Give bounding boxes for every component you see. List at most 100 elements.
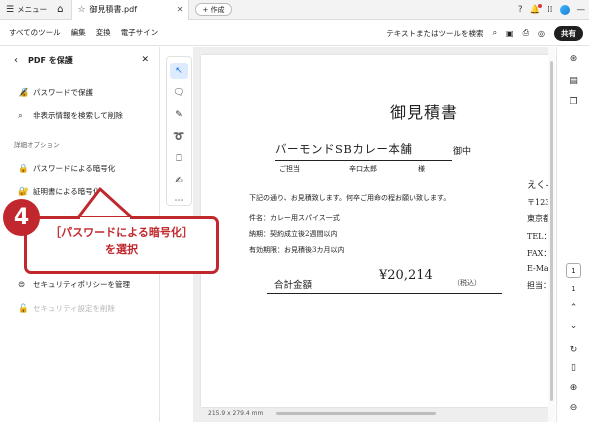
panel-item-password-protect[interactable]: 🔏 パスワードで保護 bbox=[18, 87, 93, 98]
certificate-lock-icon: 🔐 bbox=[18, 186, 29, 197]
tanto-label: ご担当 bbox=[279, 165, 300, 173]
rotate-icon[interactable]: ↻ bbox=[557, 345, 589, 355]
callout-line-1: ［パスワードによる暗号化］ bbox=[50, 226, 193, 239]
menu-button[interactable]: ☰ メニュー bbox=[6, 4, 47, 15]
menu-item-all-tools[interactable]: すべてのツール bbox=[9, 27, 61, 38]
subject-text: 件名：カレー用スパイス一式 bbox=[249, 214, 340, 222]
ai-assistant-icon[interactable]: ⊛ bbox=[557, 54, 589, 64]
tanto-name: 辛口太郎 bbox=[349, 165, 377, 173]
minimize-icon[interactable]: — bbox=[577, 5, 586, 15]
document-tab-title: 御見積書.pdf bbox=[89, 5, 138, 14]
total-label: 合計金額 bbox=[274, 280, 313, 291]
new-create-button[interactable]: + 作成 bbox=[195, 3, 232, 16]
total-pages: 1 bbox=[571, 285, 576, 293]
current-page-input[interactable]: 1 bbox=[566, 263, 581, 278]
panel-item-label: 非表示情報を検索して削除 bbox=[33, 111, 123, 120]
panel-item-label: セキュリティ設定を削除 bbox=[33, 304, 116, 313]
search-tools-label[interactable]: テキストまたはツールを検索 bbox=[386, 28, 483, 39]
vertical-scroll-thumb[interactable] bbox=[550, 61, 553, 401]
horizontal-scroll-thumb[interactable] bbox=[276, 412, 436, 415]
star-icon[interactable]: ☆ bbox=[77, 5, 85, 15]
avatar[interactable] bbox=[559, 5, 570, 15]
panel-item-label: 証明書による暗号化 bbox=[33, 187, 101, 196]
onchu-text: 御中 bbox=[453, 147, 472, 157]
lock-pen-icon: 🔏 bbox=[18, 87, 29, 98]
menu-item-convert[interactable]: 変換 bbox=[96, 27, 111, 38]
close-panel-icon[interactable]: ✕ bbox=[141, 55, 149, 65]
save-icon[interactable]: ▣ bbox=[506, 29, 514, 38]
tax-note: （税込） bbox=[453, 279, 481, 287]
menu-bar: すべてのツール 編集 変換 電子サイン テキストまたはツールを検索 ⌕ ▣ ⎙ … bbox=[0, 20, 589, 46]
bookmark-comment-icon[interactable]: ▤ bbox=[557, 76, 589, 86]
panel-item-certificate-encrypt[interactable]: 🔐 証明書による暗号化 bbox=[18, 186, 100, 197]
sender-line: E-Ma bbox=[527, 264, 548, 273]
menu-label: メニュー bbox=[17, 5, 48, 14]
comment-icon[interactable]: 🗨 bbox=[170, 85, 188, 101]
menu-item-edit[interactable]: 編集 bbox=[71, 27, 86, 38]
document-viewer[interactable]: 御見積書 バーモンドSBカレー本舗 御中 ご担当 辛口太郎 様 下記の通り、お見… bbox=[193, 47, 555, 422]
globe-icon[interactable]: ◎ bbox=[538, 29, 545, 38]
more-tools-icon[interactable]: ⋯ bbox=[170, 193, 188, 209]
share-button[interactable]: 共有 bbox=[554, 25, 583, 41]
document-title: 御見積書 bbox=[390, 103, 459, 122]
chevron-down-icon[interactable]: ⌄ bbox=[557, 321, 589, 331]
unlock-icon: 🔓 bbox=[18, 303, 29, 314]
panel-header: ‹ PDF を保護 ✕ bbox=[0, 47, 159, 73]
tool-strip: ↖ 🗨 ✎ ➰ ⎕ ✍ ⋯ bbox=[166, 56, 192, 206]
chevron-up-icon[interactable]: ⌃ bbox=[557, 303, 589, 313]
policy-icon: ⊜ bbox=[18, 279, 26, 290]
right-rail: ⊛ ▤ ❐ 1 1 ⌃ ⌄ ↻ ▯ ⊕ ⊖ bbox=[556, 47, 589, 422]
home-icon[interactable]: ⌂ bbox=[57, 4, 63, 15]
panel-item-password-encrypt[interactable]: 🔒 パスワードによる暗号化 bbox=[18, 163, 115, 174]
plus-icon: + bbox=[202, 5, 211, 14]
panel-item-label: パスワードによる暗号化 bbox=[33, 164, 116, 173]
pages-icon[interactable]: ❐ bbox=[557, 97, 589, 107]
page-view-icon[interactable]: ▯ bbox=[557, 363, 589, 373]
sender-line: 東京都 bbox=[527, 214, 548, 223]
panel-item-label: パスワードで保護 bbox=[33, 88, 93, 97]
callout-text: ［パスワードによる暗号化］ を選択 bbox=[26, 224, 217, 258]
panel-title: PDF を保護 bbox=[28, 55, 73, 65]
total-underline bbox=[267, 293, 502, 294]
help-icon[interactable]: ? bbox=[518, 5, 523, 15]
sender-line: えく- bbox=[527, 180, 548, 191]
new-create-label: 作成 bbox=[210, 5, 225, 14]
total-value: ¥20,214 bbox=[379, 268, 433, 283]
advanced-options-label: 詳細オプション bbox=[14, 141, 60, 149]
back-arrow-icon[interactable]: ‹ bbox=[14, 55, 18, 66]
tanto-sama: 様 bbox=[418, 165, 425, 173]
signature-icon[interactable]: ✍ bbox=[170, 173, 188, 189]
title-bar: ☰ メニュー ⌂ ☆ 御見積書.pdf ✕ + 作成 ? 🔔 ⁞⁞ — bbox=[0, 0, 589, 20]
delivery-text: 納期：契約成立後2週間以内 bbox=[249, 230, 338, 238]
panel-item-label: セキュリティポリシーを管理 bbox=[33, 280, 131, 289]
notification-dot bbox=[538, 4, 543, 8]
menu-item-esign[interactable]: 電子サイン bbox=[121, 27, 159, 38]
document-tab[interactable]: ☆ 御見積書.pdf ✕ bbox=[71, 0, 190, 20]
text-box-icon[interactable]: ⎕ bbox=[170, 151, 188, 167]
sender-line: TEL： bbox=[527, 232, 548, 241]
step-number-badge: 4 bbox=[3, 199, 40, 236]
client-name: バーモンドSBカレー本舗 bbox=[275, 141, 452, 161]
panel-item-manage-policy[interactable]: ⊜ セキュリティポリシーを管理 bbox=[18, 279, 130, 290]
apps-grid-icon[interactable]: ⁞⁞ bbox=[547, 5, 552, 15]
pdf-page: 御見積書 バーモンドSBカレー本舗 御中 ご担当 辛口太郎 様 下記の通り、お見… bbox=[201, 55, 548, 407]
validity-text: 有効期限：お見積後3カ月以内 bbox=[249, 246, 345, 254]
search-icon[interactable]: ⌕ bbox=[493, 28, 497, 38]
page-size-label: 215.9 x 279.4 mm bbox=[208, 410, 264, 417]
sender-line: FAX： bbox=[527, 249, 548, 258]
hamburger-icon: ☰ bbox=[6, 4, 15, 15]
bell-icon[interactable]: 🔔 bbox=[530, 4, 543, 15]
intro-text: 下記の通り、お見積致します。何卒ご用命の程お願い致します。 bbox=[249, 194, 451, 202]
print-icon[interactable]: ⎙ bbox=[523, 28, 529, 38]
pen-icon[interactable]: ✎ bbox=[170, 107, 188, 123]
sender-line: 〒123 bbox=[527, 198, 548, 207]
close-tab-icon[interactable]: ✕ bbox=[177, 5, 184, 14]
zoom-out-icon[interactable]: ⊖ bbox=[557, 403, 589, 413]
lasso-icon[interactable]: ➰ bbox=[170, 129, 188, 145]
callout-line-2: を選択 bbox=[105, 243, 138, 256]
lock-icon: 🔒 bbox=[18, 163, 29, 174]
zoom-in-icon[interactable]: ⊕ bbox=[557, 383, 589, 393]
panel-item-redact-hidden[interactable]: ⌕ 非表示情報を検索して削除 bbox=[18, 110, 123, 121]
panel-item-remove-security: 🔓 セキュリティ設定を削除 bbox=[18, 303, 115, 314]
select-cursor-icon[interactable]: ↖ bbox=[170, 63, 188, 79]
